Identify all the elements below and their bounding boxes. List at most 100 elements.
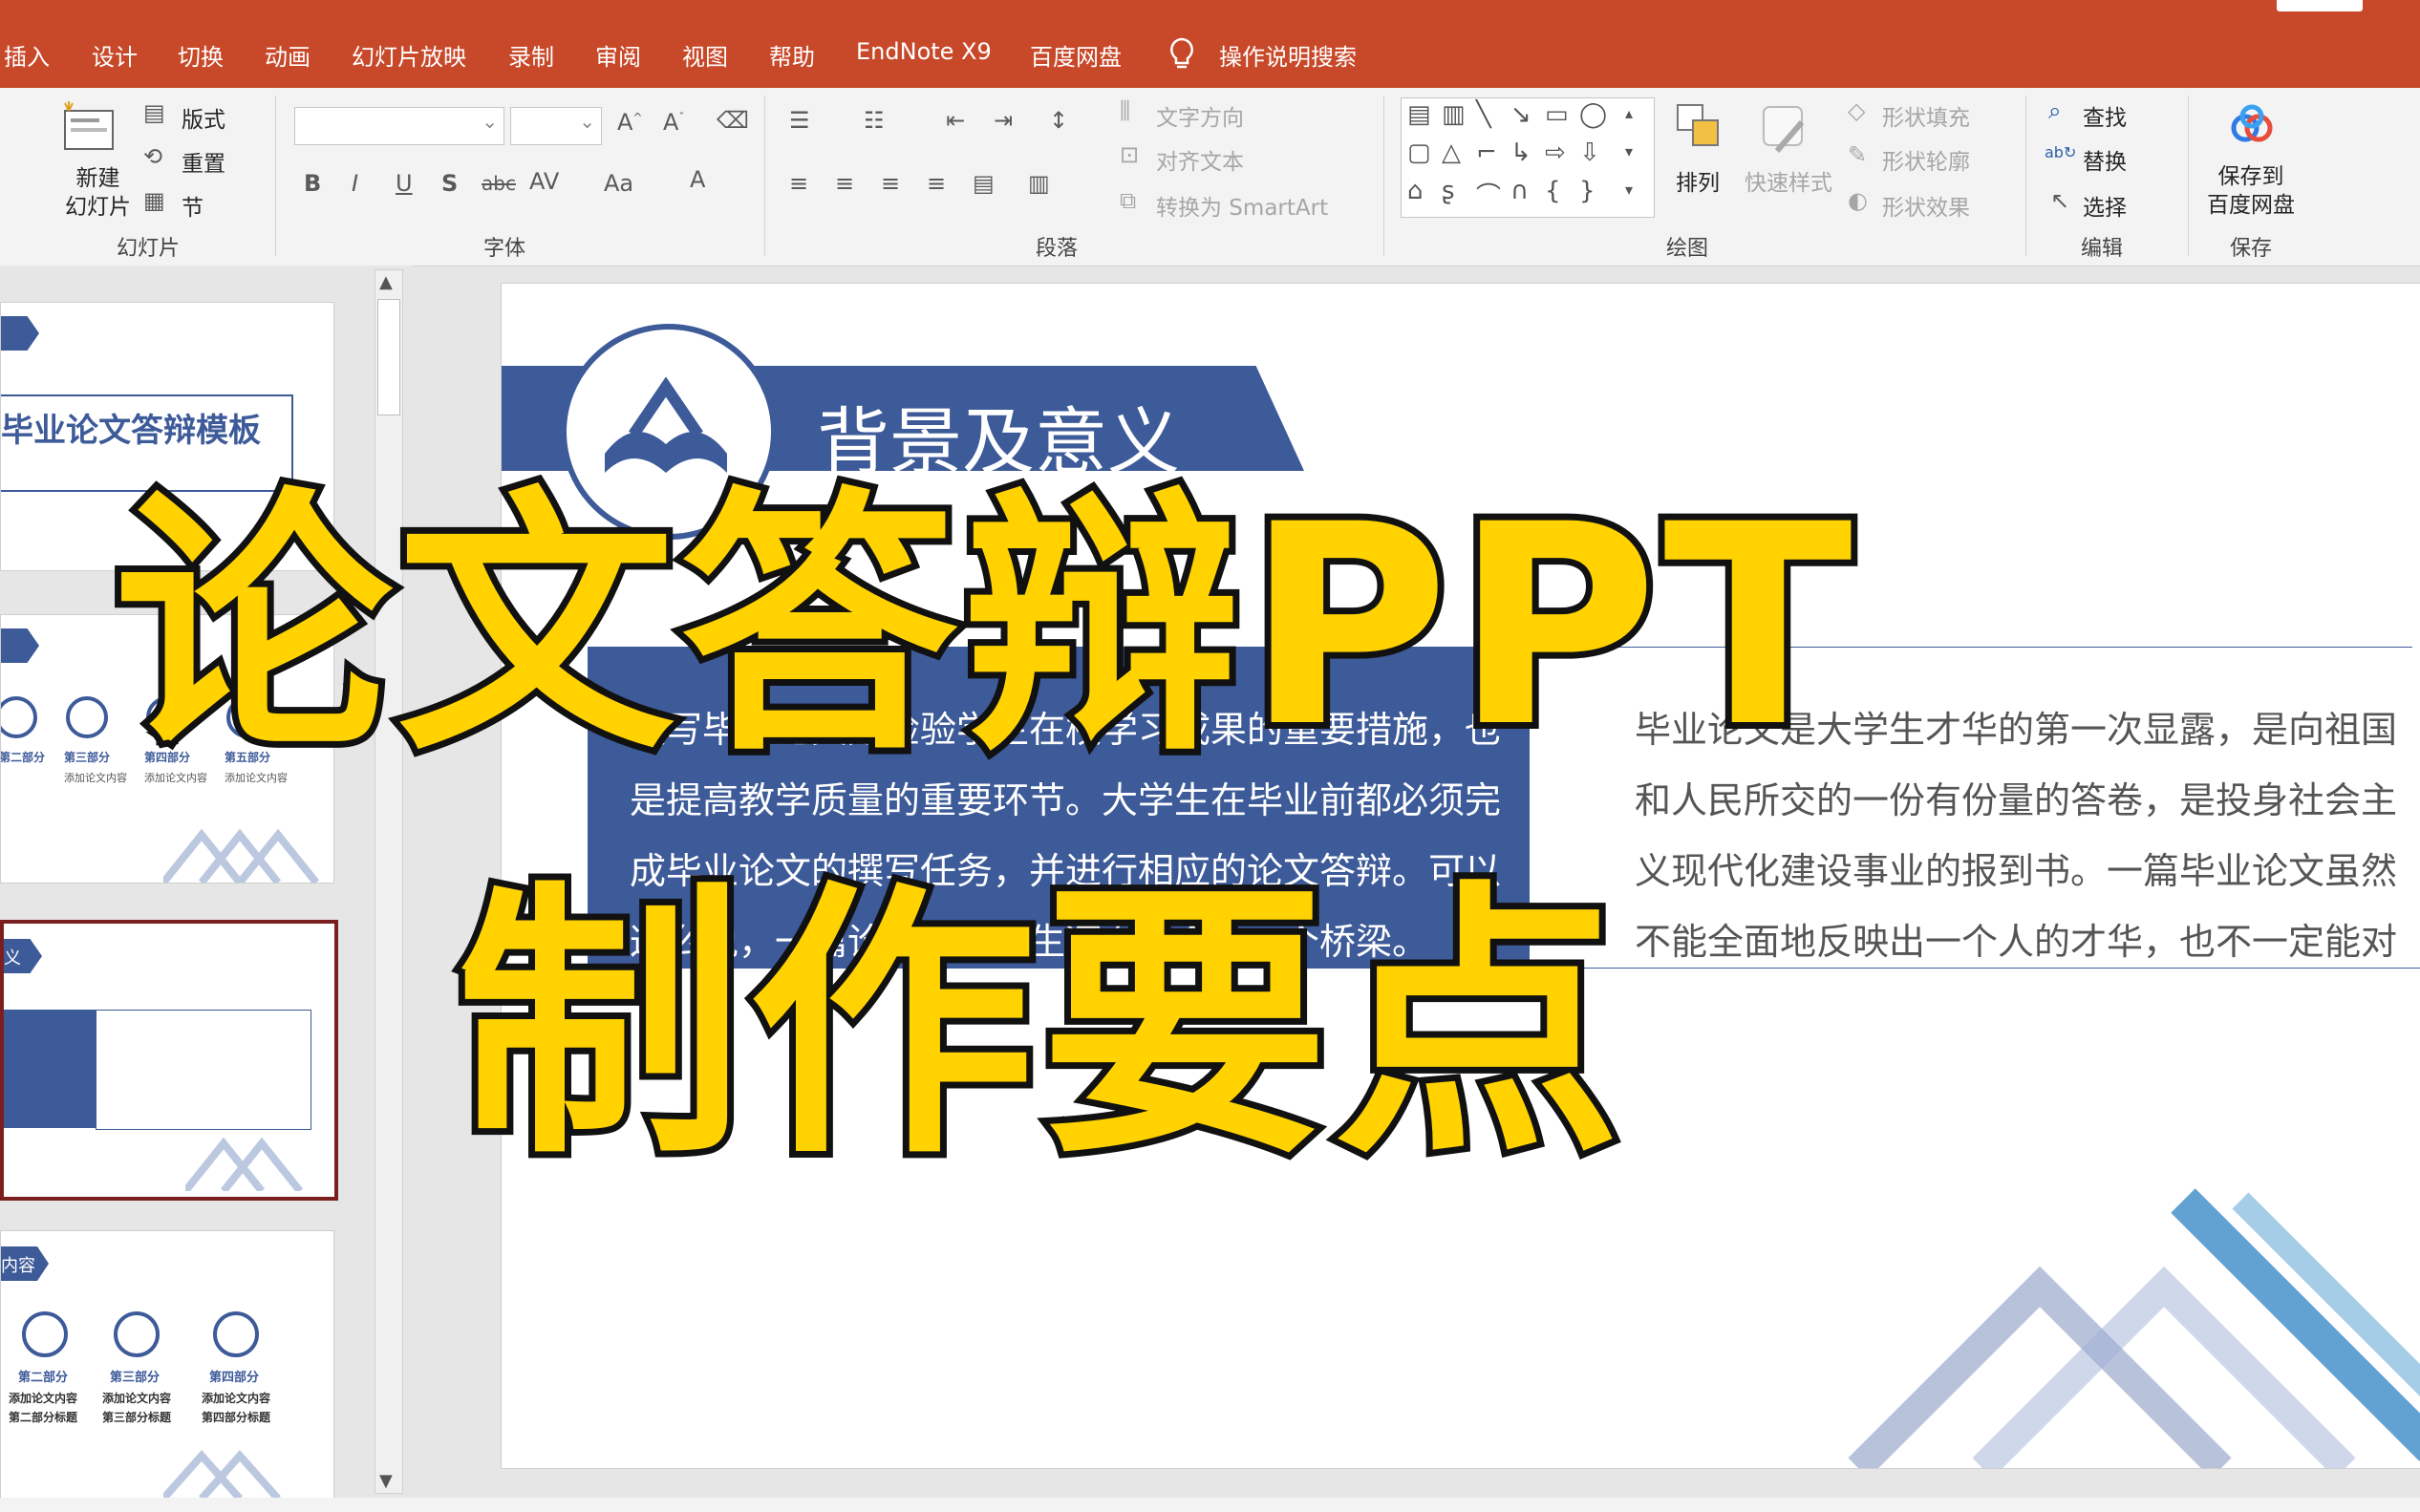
thumb-decoration: [185, 1137, 304, 1191]
align-center-icon[interactable]: ≡: [835, 170, 854, 197]
left-brace-icon[interactable]: {: [1545, 177, 1561, 205]
tab-design[interactable]: 设计: [92, 38, 138, 72]
down-arrow-shape-icon[interactable]: ⇩: [1579, 138, 1600, 167]
tab-view[interactable]: 视图: [682, 38, 728, 72]
strikethrough-icon[interactable]: abc: [482, 172, 516, 195]
elbow-arrow-icon[interactable]: ↳: [1510, 138, 1531, 167]
line-spacing-icon[interactable]: ↕: [1049, 107, 1068, 134]
shape-effects-button[interactable]: 形状效果: [1882, 189, 1970, 222]
font-color-icon[interactable]: A: [690, 166, 705, 193]
font-family-dropdown[interactable]: [294, 107, 504, 145]
new-slide-button[interactable]: 新建 幻灯片: [65, 164, 131, 222]
shapes-gallery[interactable]: ▤ ▥ ╲ ↘ ▭ ◯ ▢ △ ⌐ ↳ ⇨ ⇩ ⌂ ʂ ⌒ ∩ { } ▴ ▾ …: [1401, 97, 1655, 218]
tab-animations[interactable]: 动画: [265, 38, 311, 72]
right-arrow-shape-icon[interactable]: ⇨: [1545, 138, 1566, 167]
baidu-netdisk-icon: [2231, 104, 2273, 142]
align-right-icon[interactable]: ≡: [881, 170, 900, 197]
thumb-arrow-tag: [1, 628, 39, 663]
tab-help[interactable]: 帮助: [769, 38, 815, 72]
shape-outline-icon: ✎: [1848, 141, 1868, 168]
shadow-icon[interactable]: S: [441, 170, 458, 197]
italic-icon[interactable]: I: [352, 170, 358, 197]
columns-icon[interactable]: ▥: [1028, 170, 1050, 197]
tab-endnote[interactable]: EndNote X9: [856, 38, 992, 65]
align-left-icon[interactable]: ≡: [789, 170, 808, 197]
find-button[interactable]: 查找: [2083, 99, 2127, 132]
oval-shape-icon[interactable]: ◯: [1579, 100, 1607, 129]
text-direction-button[interactable]: 文字方向: [1156, 99, 1244, 132]
arc-shape-icon[interactable]: ⌒: [1476, 177, 1501, 212]
bold-icon[interactable]: B: [304, 170, 321, 197]
bullets-icon[interactable]: ☰: [789, 107, 810, 134]
tab-slideshow[interactable]: 幻灯片放映: [352, 38, 466, 72]
underline-icon[interactable]: U: [396, 170, 413, 197]
textbox-icon[interactable]: ▤: [1407, 100, 1431, 129]
arrange-button[interactable]: 排列: [1676, 164, 1720, 197]
convert-smartart-button[interactable]: 转换为 SmartArt: [1156, 189, 1328, 222]
reset-button[interactable]: 重置: [182, 145, 225, 178]
change-case-icon[interactable]: Aa: [604, 170, 633, 197]
tab-baidu-netdisk[interactable]: 百度网盘: [1030, 38, 1122, 72]
distributed-icon[interactable]: ▤: [973, 170, 995, 197]
slide-thumbnail-3[interactable]: 义: [0, 920, 338, 1201]
group-label-paragraph: 段落: [1036, 237, 1079, 261]
decrease-indent-icon[interactable]: ⇤: [946, 107, 965, 134]
status-bar: [0, 1498, 2420, 1512]
section-button[interactable]: 节: [182, 189, 203, 222]
part-circle-icon: [66, 696, 108, 738]
scroll-up-icon[interactable]: ▲: [379, 272, 393, 292]
gallery-more-icon[interactable]: ▾: [1625, 181, 1633, 199]
tab-review[interactable]: 审阅: [595, 38, 641, 72]
rounded-rect-icon[interactable]: ▢: [1407, 138, 1431, 167]
curve-shape-icon[interactable]: ∩: [1510, 177, 1529, 205]
rectangle-shape-icon[interactable]: ▭: [1545, 100, 1569, 129]
save-to-baidu-button[interactable]: 保存到 百度网盘: [2207, 162, 2295, 220]
part-subtitle: 第三部分标题: [102, 1411, 172, 1424]
increase-indent-icon[interactable]: ⇥: [994, 107, 1013, 134]
layout-button[interactable]: 版式: [182, 101, 225, 134]
gallery-down-icon[interactable]: ▾: [1625, 142, 1633, 160]
gallery-up-icon[interactable]: ▴: [1625, 104, 1633, 122]
tab-record[interactable]: 录制: [508, 38, 554, 72]
shape-outline-button[interactable]: 形状轮廓: [1882, 143, 1970, 176]
tab-insert[interactable]: 插入: [4, 38, 50, 72]
decrease-font-icon[interactable]: Aˇ: [663, 109, 684, 136]
elbow-connector-icon[interactable]: ⌐: [1476, 138, 1497, 167]
font-size-dropdown[interactable]: [510, 107, 602, 145]
replace-button[interactable]: 替换: [2083, 143, 2127, 176]
char-spacing-icon[interactable]: AV: [529, 168, 559, 195]
login-button[interactable]: [2277, 0, 2363, 11]
right-brace-icon[interactable]: }: [1579, 177, 1595, 205]
shape-fill-button[interactable]: 形状填充: [1882, 99, 1970, 132]
select-button[interactable]: 选择: [2083, 189, 2127, 222]
triangle-shape-icon[interactable]: △: [1442, 138, 1461, 167]
quick-styles-button[interactable]: 快速样式: [1745, 164, 1832, 197]
group-label-drawing: 绘图: [1666, 237, 1709, 261]
slide-decoration: [1848, 1188, 2420, 1468]
scroll-thumb[interactable]: [377, 299, 400, 415]
numbering-icon[interactable]: ☷: [864, 107, 885, 134]
part-label: 第四部分: [209, 1371, 260, 1385]
arrange-icon: [1677, 104, 1719, 146]
part-label: 第三部分: [64, 751, 111, 764]
scribble-icon[interactable]: ʂ: [1442, 177, 1455, 205]
increase-font-icon[interactable]: A^: [617, 109, 642, 136]
tab-transitions[interactable]: 切换: [178, 38, 224, 72]
justify-icon[interactable]: ≡: [927, 170, 946, 197]
freeform-icon[interactable]: ⌂: [1407, 177, 1424, 205]
thumb-tag-text: 内容: [1, 1256, 35, 1276]
line-shape-icon[interactable]: ╲: [1476, 100, 1491, 129]
shape-effects-icon: ◐: [1848, 187, 1868, 214]
arrow-line-icon[interactable]: ↘: [1510, 100, 1531, 129]
vertical-textbox-icon[interactable]: ▥: [1442, 100, 1466, 129]
clear-format-icon[interactable]: ⌫: [717, 107, 749, 134]
separator: [764, 96, 765, 256]
slide-thumbnail-4[interactable]: 内容 第二部分 第三部分 第四部分 添加论文内容 添加论文内容 添加论文内容 第…: [0, 1230, 334, 1500]
scroll-down-icon[interactable]: ▼: [379, 1471, 393, 1491]
tell-me-search[interactable]: 操作说明搜索: [1219, 38, 1357, 72]
smartart-icon: ⧉: [1120, 187, 1137, 214]
align-text-button[interactable]: 对齐文本: [1156, 143, 1244, 176]
part-circle-icon: [22, 1311, 68, 1357]
part-subtitle: 第四部分标题: [202, 1411, 271, 1424]
overlay-headline-line2: 制作要点: [450, 852, 1627, 1199]
